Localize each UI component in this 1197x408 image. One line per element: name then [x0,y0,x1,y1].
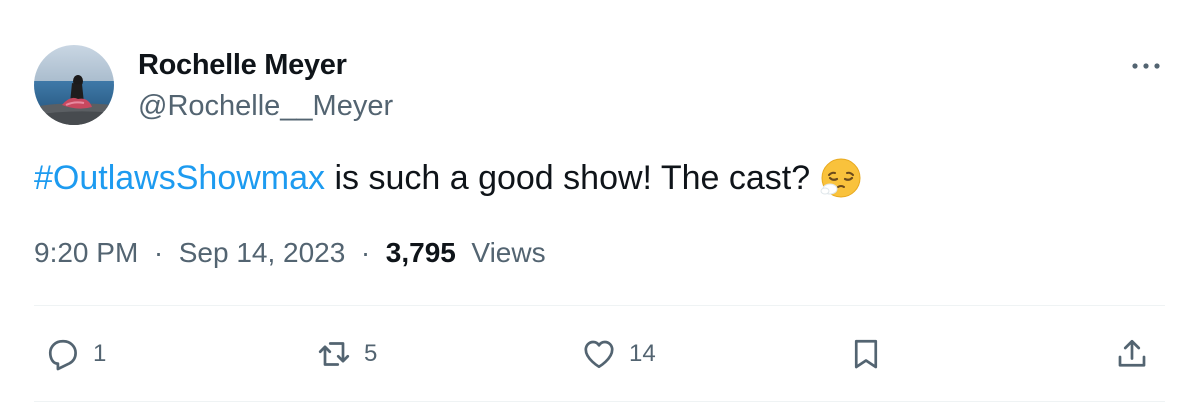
views-count: 3,795 [385,237,456,268]
hashtag-link[interactable]: #OutlawsShowmax [34,156,325,200]
like-button[interactable]: 14 [581,336,656,372]
tweet-body: is such a good show! The cast? [325,159,811,197]
reply-count: 1 [93,340,107,367]
meta-separator: · [146,237,171,268]
author-handle[interactable]: @Rochelle__Meyer [138,90,393,123]
retweet-button[interactable]: 5 [316,336,377,372]
tweet-meta: 9:20 PM · Sep 14, 2023 · 3,795 Views [34,237,546,269]
author-name[interactable]: Rochelle Meyer [138,49,347,82]
share-button[interactable] [1114,336,1150,372]
retweet-icon [318,342,350,366]
avatar-image [34,45,114,125]
more-icon [1132,63,1160,69]
avatar[interactable] [34,45,114,125]
more-button[interactable] [1126,52,1166,80]
reply-button[interactable]: 1 [45,336,106,372]
reply-icon [48,339,77,371]
like-count: 14 [629,340,656,367]
tweet-date[interactable]: Sep 14, 2023 [179,237,346,268]
divider [34,305,1165,306]
bookmark-button[interactable] [848,336,884,372]
like-icon [584,340,614,369]
divider [34,401,1165,402]
bookmark-icon [854,339,878,369]
relieved-sigh-face-emoji-icon [820,157,862,199]
views-label: Views [463,237,546,268]
meta-separator: · [353,237,378,268]
tweet-time[interactable]: 9:20 PM [34,237,138,268]
retweet-count: 5 [364,340,378,367]
tweet-card: Rochelle Meyer @Rochelle__Meyer #Outlaws… [0,0,1197,408]
share-icon [1118,339,1146,367]
tweet-text: #OutlawsShowmax is such a good show! The… [34,156,862,200]
